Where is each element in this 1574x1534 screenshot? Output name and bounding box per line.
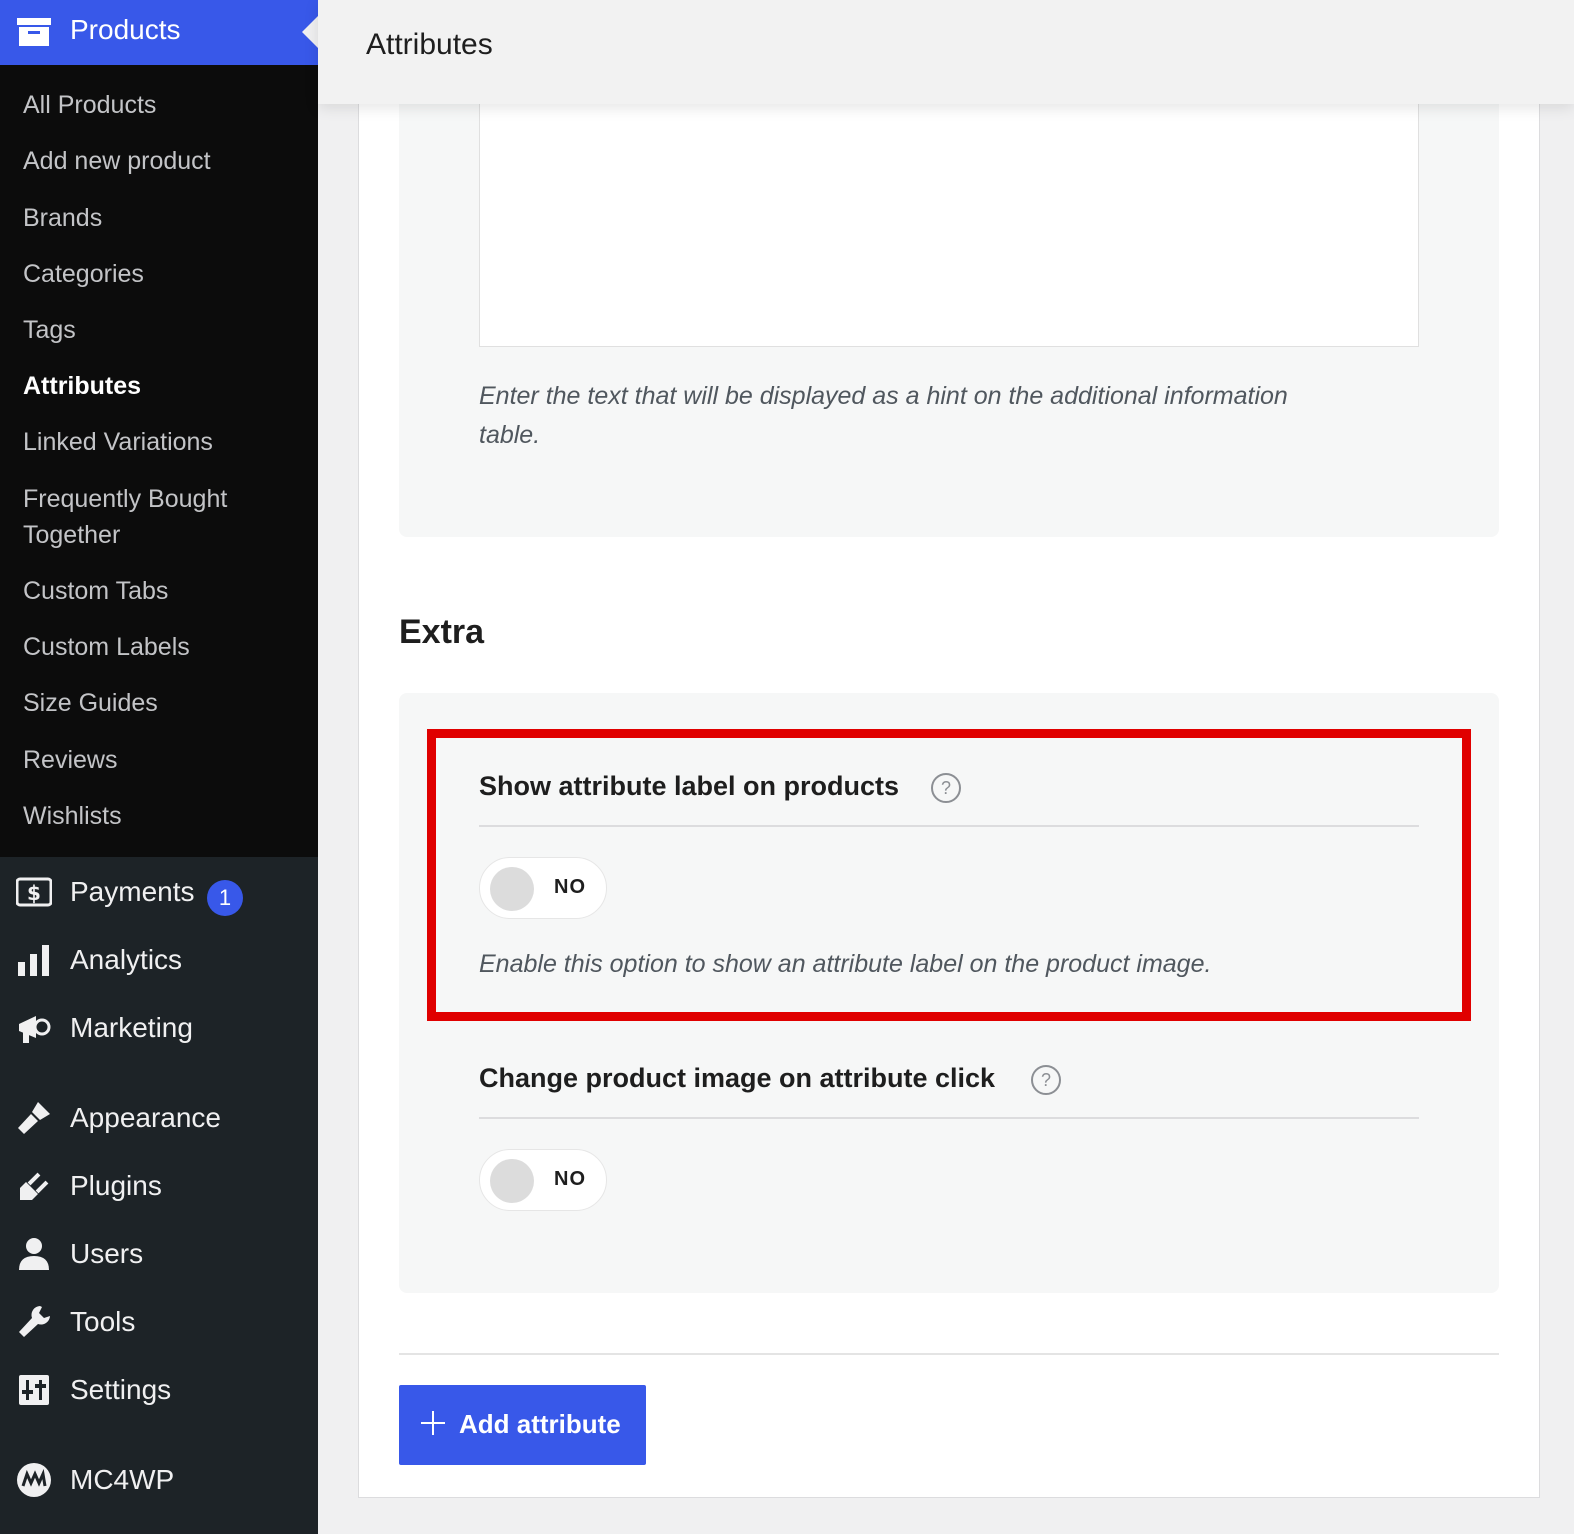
- submenu-attributes[interactable]: Attributes: [23, 368, 141, 404]
- sliders-icon: [19, 1375, 49, 1405]
- sidebar-item-users[interactable]: Users: [0, 1226, 318, 1282]
- add-attribute-label: Add attribute: [459, 1409, 621, 1439]
- submenu-categories[interactable]: Categories: [23, 256, 144, 292]
- sidebar-item-label: Analytics: [70, 944, 183, 975]
- wrench-icon: [19, 1306, 50, 1337]
- extra-section-heading: Extra: [399, 613, 485, 651]
- plus-icon: [421, 1411, 445, 1435]
- sidebar-item-marketing[interactable]: Marketing: [0, 1000, 318, 1056]
- extra-settings-panel: Show attribute label on products ? NO En…: [399, 693, 1499, 1293]
- toggle-knob: [490, 867, 534, 911]
- submenu-size-guides[interactable]: Size Guides: [23, 685, 158, 721]
- current-menu-pointer: [302, 16, 318, 48]
- sidebar-item-analytics[interactable]: Analytics: [0, 932, 318, 988]
- show-label-toggle[interactable]: NO: [479, 857, 607, 919]
- option-divider: [479, 1117, 1419, 1119]
- hint-settings-panel: Enter the text that will be displayed as…: [399, 61, 1499, 537]
- megaphone-icon: [19, 1016, 51, 1043]
- svg-text:$: $: [27, 881, 41, 905]
- submenu-brands[interactable]: Brands: [23, 200, 102, 236]
- submenu-linked-variations[interactable]: Linked Variations: [23, 424, 213, 460]
- hint-description: Enter the text that will be displayed as…: [479, 382, 1288, 449]
- toggle-knob: [490, 1159, 534, 1203]
- paintbrush-icon: [18, 1102, 50, 1134]
- sidebar-item-label: MC4WP: [70, 1464, 175, 1495]
- sidebar-item-label: Users: [70, 1238, 144, 1269]
- sidebar-item-settings[interactable]: Settings: [0, 1362, 318, 1418]
- dollar-icon: $: [16, 877, 52, 907]
- toggle-state: NO: [554, 1168, 586, 1190]
- archive-icon: [17, 18, 51, 46]
- admin-sidebar: Products All Products Add new product Br…: [0, 0, 318, 1534]
- help-icon[interactable]: ?: [1031, 1065, 1061, 1095]
- bar-chart-icon: [18, 945, 49, 976]
- sidebar-item-label: Appearance: [70, 1102, 222, 1133]
- page-header: Attributes: [318, 0, 1574, 104]
- help-icon[interactable]: ?: [931, 773, 961, 803]
- sidebar-item-label: Marketing: [70, 1012, 193, 1043]
- add-attribute-button[interactable]: Add attribute: [399, 1385, 646, 1465]
- user-icon: [19, 1238, 49, 1270]
- option-title-show-label: Show attribute label on products: [479, 771, 900, 801]
- page-title: Attributes: [366, 28, 493, 61]
- sidebar-item-appearance[interactable]: Appearance: [0, 1090, 318, 1146]
- option-title-change-image: Change product image on attribute click: [479, 1063, 996, 1093]
- notification-badge: 1: [207, 880, 243, 916]
- sidebar-item-label: Settings: [70, 1374, 172, 1405]
- plug-icon: [20, 1172, 49, 1200]
- sidebar-item-label: Plugins: [70, 1170, 162, 1201]
- submenu-custom-labels[interactable]: Custom Labels: [23, 629, 190, 665]
- section-divider: [399, 1353, 1499, 1355]
- sidebar-item-label: Products: [70, 14, 181, 45]
- submenu-add-new-product[interactable]: Add new product: [23, 143, 211, 179]
- submenu-wishlists[interactable]: Wishlists: [23, 798, 122, 834]
- submenu-frequently-bought-together[interactable]: Frequently Bought Together: [23, 481, 283, 553]
- toggle-state: NO: [554, 876, 586, 898]
- submenu-reviews[interactable]: Reviews: [23, 742, 117, 778]
- submenu-all-products[interactable]: All Products: [23, 87, 156, 123]
- sidebar-item-mc4wp[interactable]: MC4WP: [0, 1452, 318, 1508]
- sidebar-item-tools[interactable]: Tools: [0, 1294, 318, 1350]
- submenu-tags[interactable]: Tags: [23, 312, 76, 348]
- sidebar-item-payments[interactable]: $ Payments 1: [0, 864, 318, 920]
- sidebar-item-products[interactable]: Products: [0, 0, 318, 65]
- mc4wp-icon: [17, 1463, 51, 1497]
- change-image-toggle[interactable]: NO: [479, 1149, 607, 1211]
- attribute-settings-card: Enter the text that will be displayed as…: [358, 60, 1540, 1498]
- sidebar-item-plugins[interactable]: Plugins: [0, 1158, 318, 1214]
- sidebar-item-label: Payments: [70, 876, 195, 907]
- products-submenu: All Products Add new product Brands Cate…: [0, 65, 318, 857]
- sidebar-item-label: Tools: [70, 1306, 136, 1337]
- submenu-custom-tabs[interactable]: Custom Tabs: [23, 573, 168, 609]
- option-description: Enable this option to show an attribute …: [479, 950, 1212, 978]
- option-divider: [479, 825, 1419, 827]
